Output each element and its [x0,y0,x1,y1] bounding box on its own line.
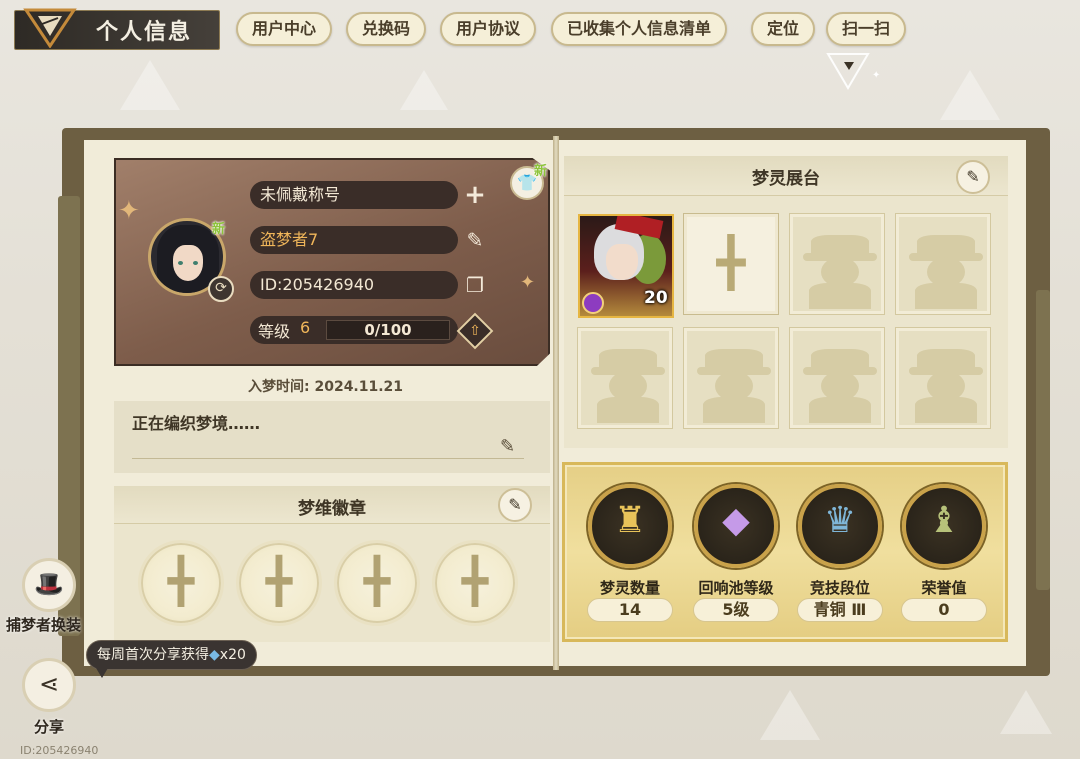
empty-spirit-slot[interactable] [790,214,884,314]
svg-text:✦: ✦ [872,70,880,81]
dreamcatcher-outfit-icon[interactable]: 🎩 [22,558,76,612]
share-reward-amount: x20 [219,647,246,663]
edit-motto-icon[interactable]: ✎ [500,436,515,457]
collected-info-list-button[interactable]: 已收集个人信息清单 [551,12,728,46]
level-label: 等级 [258,322,291,341]
user-center-button[interactable]: 用户中心 [236,12,333,46]
change-avatar-icon[interactable]: ⟳ [208,276,234,302]
share-icon[interactable]: ⋖ [22,658,76,712]
edit-showcase-icon[interactable]: ✎ [956,160,990,194]
avatar-new-badge: 新 [212,222,226,237]
outfit-label[interactable]: 捕梦者换装 [6,614,81,635]
user-agreement-button[interactable]: 用户协议 [440,12,537,46]
motto-text: 正在编织梦境…… [132,414,261,433]
showcase-title: 梦灵展台 [752,169,820,189]
stat-label-spirit-count: 梦灵数量 [599,579,660,597]
empty-spirit-slot[interactable] [896,214,990,314]
sparkle-icon: ✦ [520,272,536,293]
stat-value-echo-pool: 5级 [693,598,779,622]
footer-user-id: ID:205426940 [20,744,99,757]
badge-slot[interactable]: ╋ [138,540,224,626]
nickname: 盗梦者7 [250,226,458,254]
tip-tail [96,668,108,678]
join-date: 入梦时间: 2024.11.21 [248,379,404,395]
featured-spirit-level: 20 [644,288,668,308]
crystal-icon: ◆ [209,647,220,663]
title-slot[interactable]: 未佩戴称号 [250,181,458,209]
background-triangle [940,70,1000,120]
scan-button[interactable]: 扫一扫 [826,12,907,46]
stat-value-arena-rank: 青铜 Ⅲ [797,598,883,622]
background-triangle [400,70,448,110]
background-triangle [120,60,180,110]
page-title: 个人信息 [96,20,193,45]
user-id: ID:205426940 [250,271,458,299]
empty-spirit-slot[interactable] [684,328,778,428]
copy-id-icon[interactable]: ❐ [462,272,488,298]
stat-label-arena-rank: 竞技段位 [809,579,870,597]
share-tip-text: 每周首次分享获得 [97,647,209,663]
empty-spirit-slot[interactable] [578,328,672,428]
spirit-count-glyph: ♜ [613,500,647,541]
back-logo-icon[interactable] [22,6,78,48]
level-up-arrow-icon: ⇧ [469,323,481,339]
honor-glyph: ♝ [927,500,961,541]
badge-slot[interactable]: ╋ [432,540,518,626]
element-icon [582,292,604,314]
background-triangle [1000,690,1052,734]
add-title-icon[interactable]: + [462,182,488,208]
level-value: 6 [300,318,311,337]
stat-label-honor: 荣誉值 [921,579,967,597]
book-page-edge [1036,290,1050,590]
costume-new-badge: 新 [534,164,548,179]
echo-pool-glyph: ◆ [722,500,750,541]
stat-value-spirit-count: 14 [587,598,673,622]
sparkle-icon: ✦ [118,196,140,226]
exp-progress-bar: 0/100 [326,320,450,340]
share-reward-tip: 每周首次分享获得◆x20 [86,640,257,670]
stat-label-echo-pool: 回响池等级 [698,579,774,597]
edit-badges-icon[interactable]: ✎ [498,488,532,522]
location-button[interactable]: 定位 [751,12,816,46]
exp-text: 0/100 [364,321,412,339]
stat-value-honor: 0 [901,598,987,622]
background-triangle [760,690,820,740]
motto-underline [132,458,524,459]
badge-slot[interactable]: ╋ [334,540,420,626]
arena-rank-glyph: ♛ [823,500,857,541]
book-spine [553,136,559,670]
empty-spirit-slot[interactable] [790,328,884,428]
badge-slot[interactable]: ╋ [236,540,322,626]
edit-name-icon[interactable]: ✎ [462,227,488,253]
add-spirit-slot[interactable]: ╋ [684,214,778,314]
triangle-deco-icon: ✦ [826,53,880,90]
share-label[interactable]: 分享 [34,716,64,737]
redeem-code-button[interactable]: 兑换码 [346,12,427,46]
empty-spirit-slot[interactable] [896,328,990,428]
